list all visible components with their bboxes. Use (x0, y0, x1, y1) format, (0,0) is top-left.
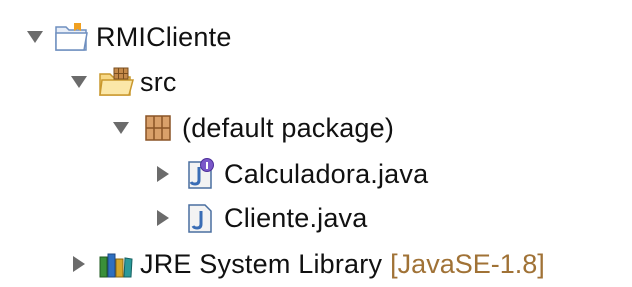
expand-toggle-down-icon[interactable] (68, 71, 90, 93)
expand-toggle-down-icon[interactable] (110, 117, 132, 139)
tree-row-file-cliente[interactable]: Cliente.java (152, 195, 367, 241)
package-label: (default package) (182, 112, 395, 143)
java-file-icon (182, 200, 218, 236)
tree-row-default-package[interactable]: (default package) (110, 105, 394, 151)
library-version-decoration: [JavaSE-1.8] (390, 248, 545, 279)
tree-row-project[interactable]: RMICliente (24, 14, 232, 60)
expand-toggle-right-icon[interactable] (152, 163, 174, 185)
project-folder-icon (54, 19, 90, 55)
project-explorer-tree: RMICliente src (default package) Calcula… (0, 0, 632, 283)
library-label: JRE System Library (140, 248, 383, 279)
file-label-calculadora: Calculadora.java (224, 158, 429, 189)
tree-row-file-calculadora[interactable]: Calculadora.java (152, 151, 428, 197)
expand-toggle-right-icon[interactable] (152, 207, 174, 229)
package-icon (140, 110, 176, 146)
project-label: RMICliente (96, 21, 232, 52)
src-label: src (140, 66, 177, 97)
java-interface-file-icon (182, 156, 218, 192)
file-label-cliente: Cliente.java (224, 202, 368, 233)
tree-row-src[interactable]: src (68, 59, 177, 105)
expand-toggle-right-icon[interactable] (68, 253, 90, 275)
source-folder-icon (98, 64, 134, 100)
expand-toggle-down-icon[interactable] (24, 26, 46, 48)
library-books-icon (98, 246, 134, 282)
tree-row-jre-library[interactable]: JRE System Library [JavaSE-1.8] (68, 241, 545, 287)
